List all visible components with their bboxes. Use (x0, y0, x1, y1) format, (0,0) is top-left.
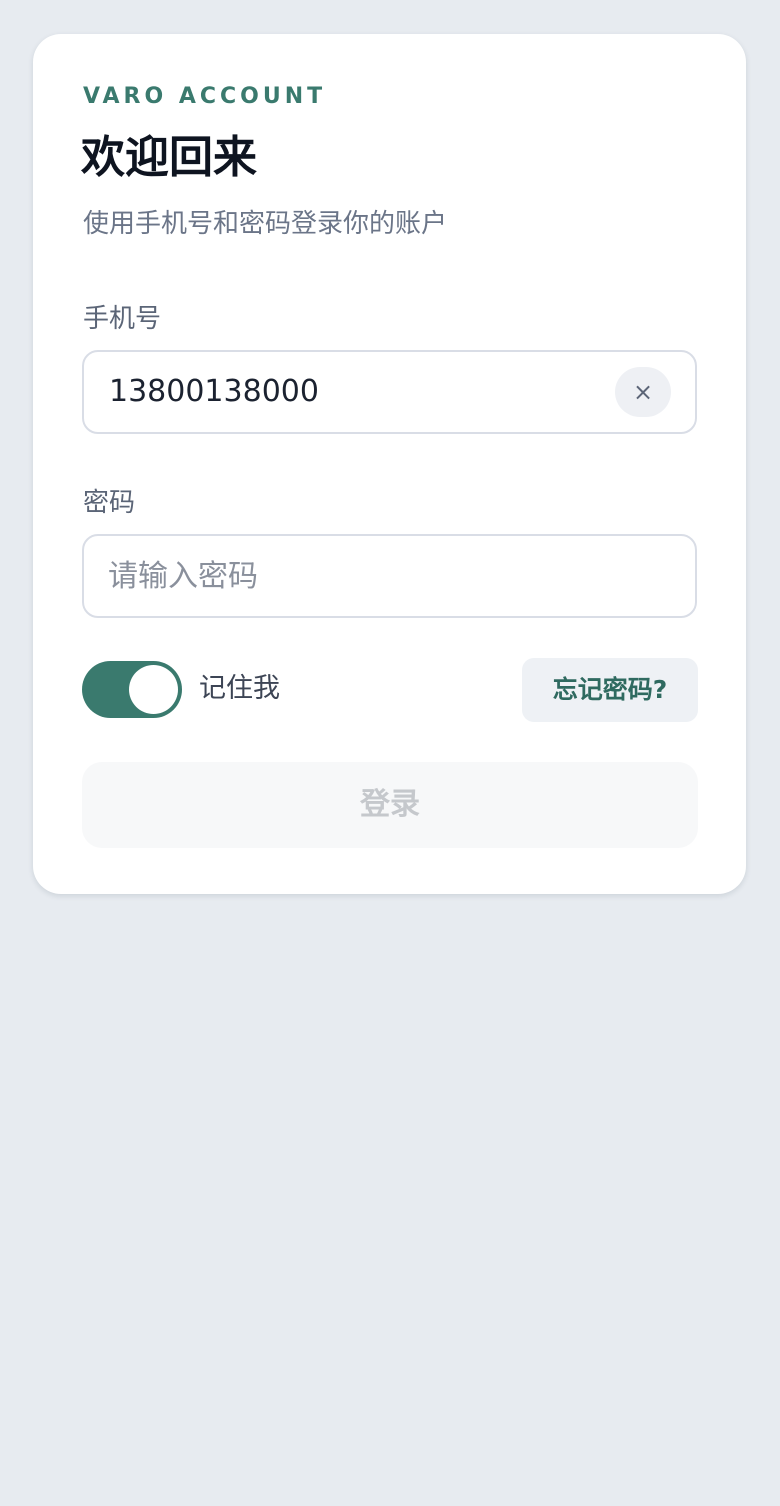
password-field[interactable] (82, 534, 697, 618)
phone-label: 手机号 (83, 304, 162, 334)
forgot-password-button[interactable]: 忘记密码? (522, 658, 698, 722)
remember-me-label[interactable]: 记住我 (199, 672, 280, 706)
clear-phone-button[interactable]: × (615, 367, 671, 417)
page-title: 欢迎回来 (81, 132, 257, 183)
phone-field[interactable]: 13800138000 × (82, 350, 697, 434)
phone-input-value[interactable]: 13800138000 (109, 374, 319, 410)
login-button[interactable]: 登录 (82, 762, 698, 848)
password-label: 密码 (83, 488, 136, 518)
toggle-knob (129, 665, 178, 714)
password-input[interactable] (108, 554, 668, 598)
brand-label: VARO ACCOUNT (83, 84, 327, 109)
remember-me-toggle[interactable] (82, 661, 182, 718)
page-subtitle: 使用手机号和密码登录你的账户 (83, 209, 448, 239)
login-card: VARO ACCOUNT 欢迎回来 使用手机号和密码登录你的账户 手机号 138… (33, 34, 746, 894)
